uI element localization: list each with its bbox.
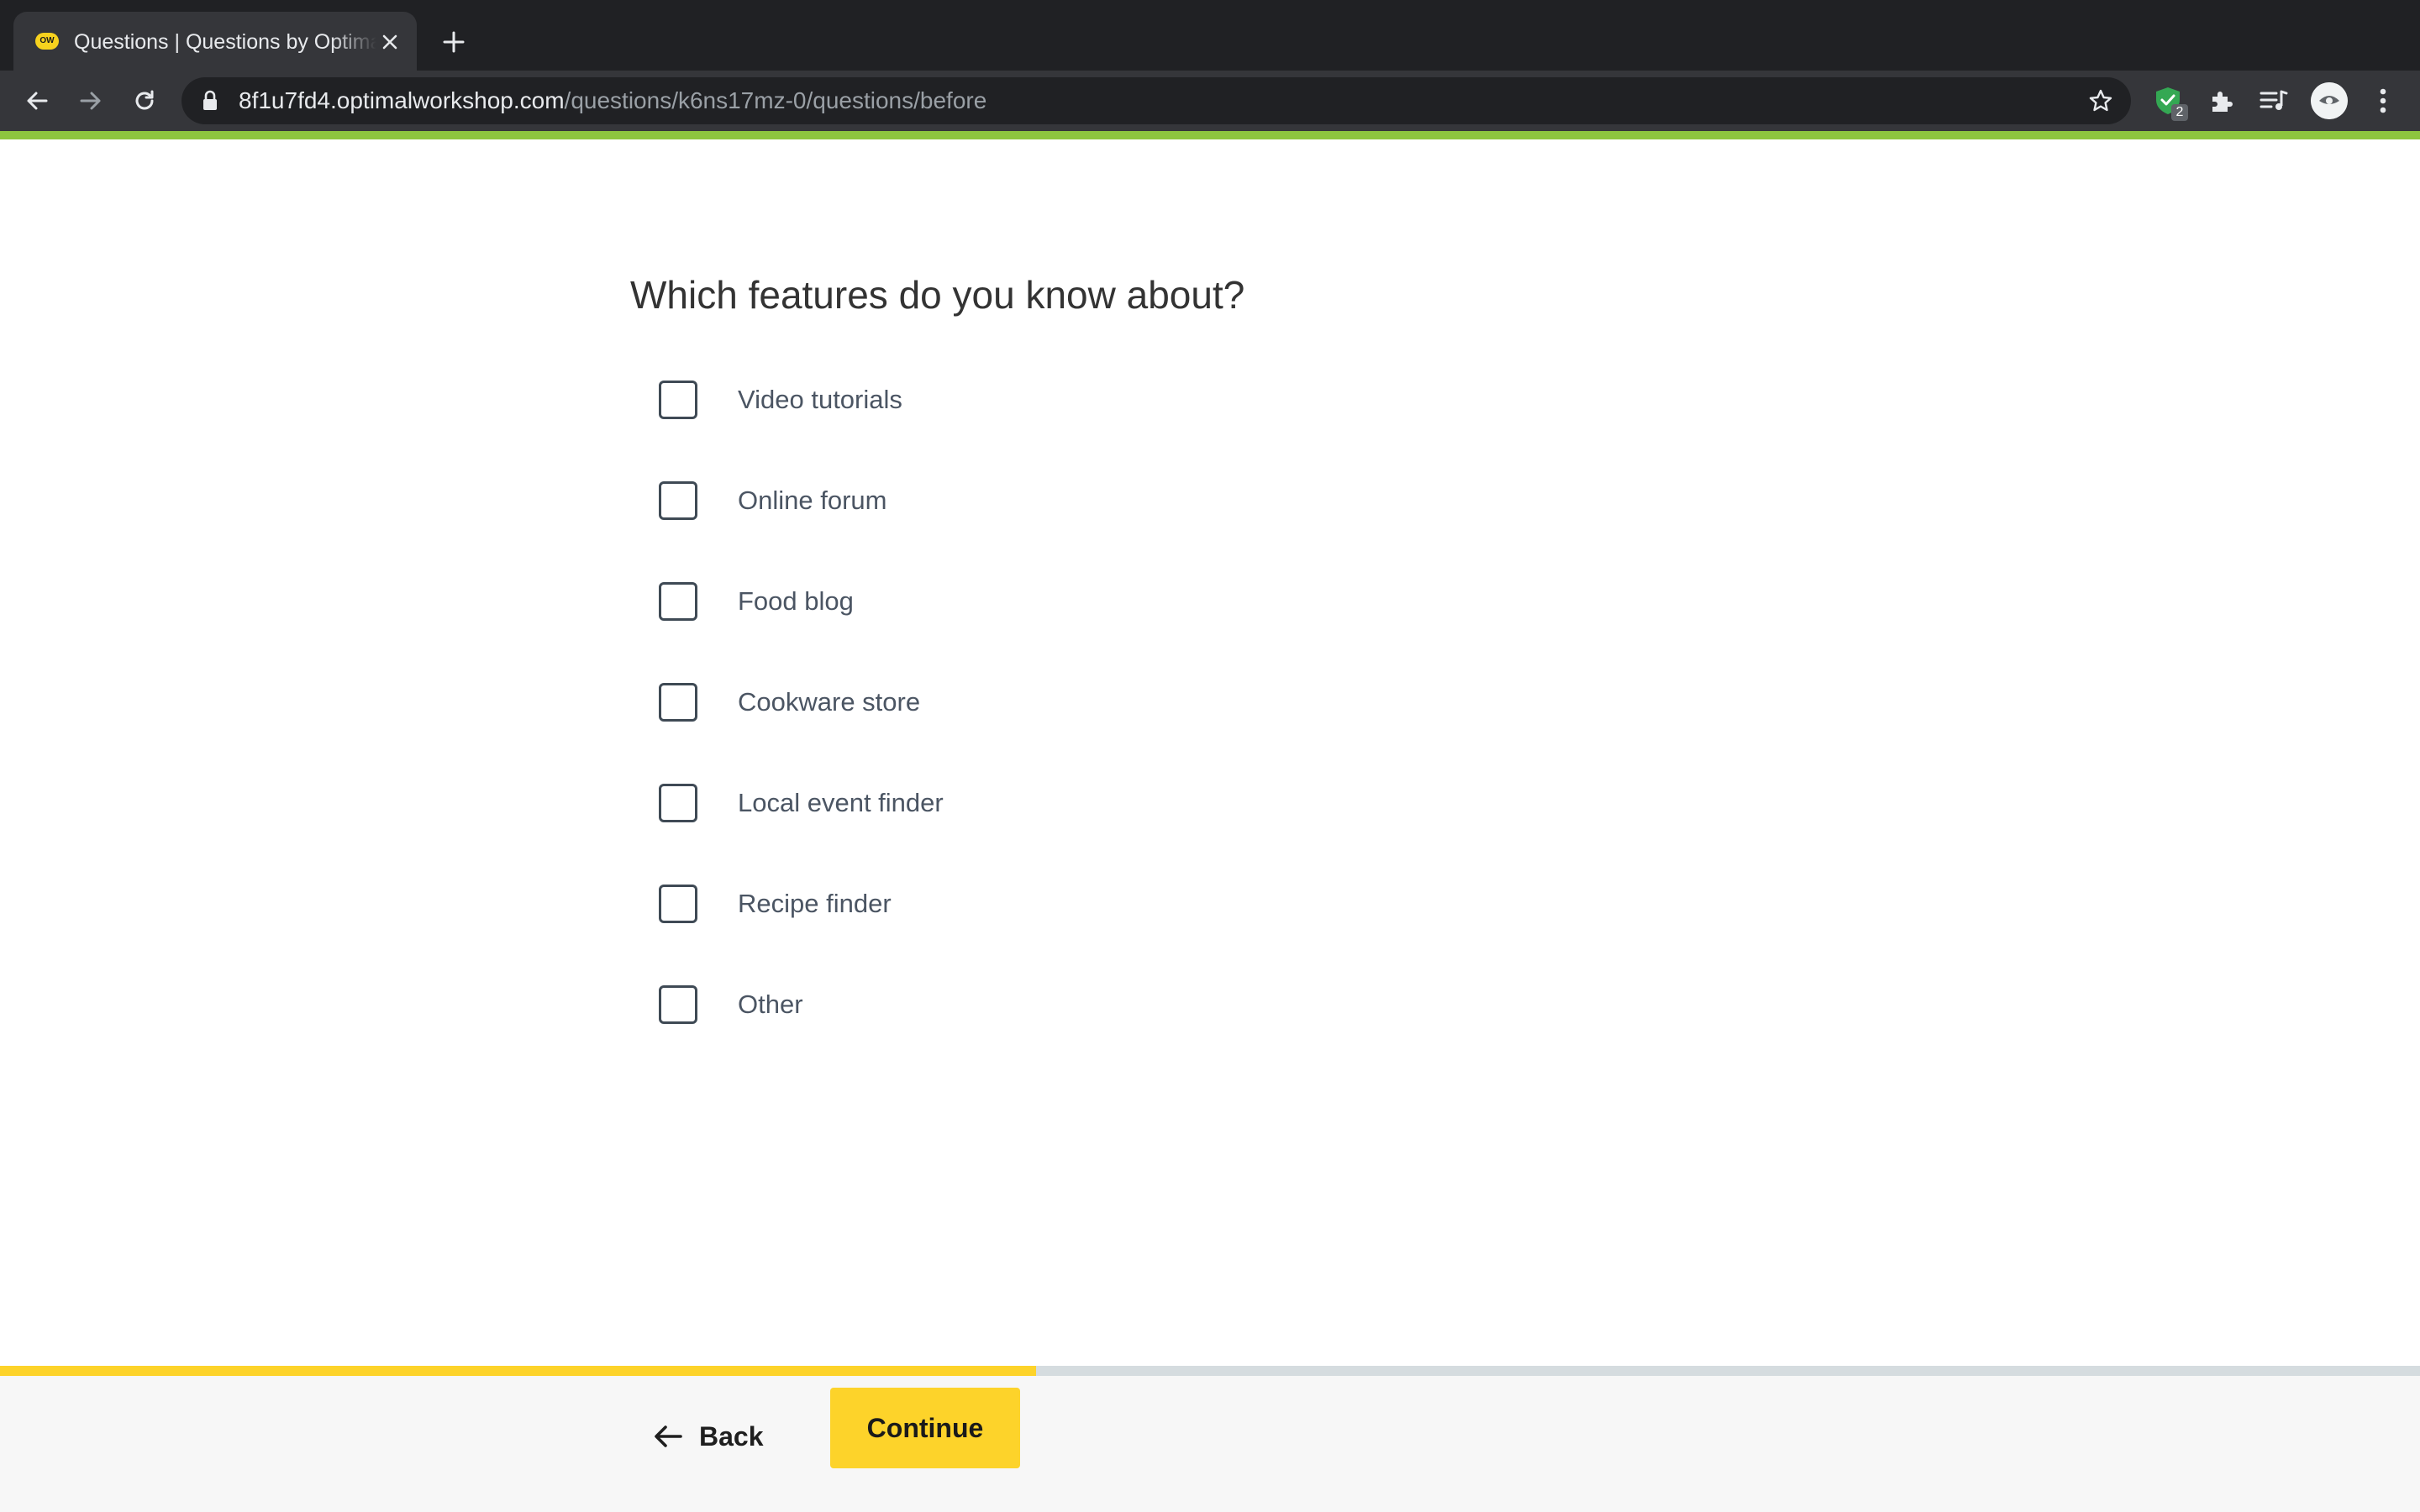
option-label: Cookware store <box>738 687 921 717</box>
tab-title: Questions | Questions by Optimal Worksho… <box>74 30 376 54</box>
option-food-blog[interactable]: Food blog <box>659 578 1247 625</box>
footer-nav: Back Continue <box>0 1376 2420 1512</box>
back-button-label: Back <box>699 1420 764 1452</box>
url-text: 8f1u7fd4.optimalworkshop.com/questions/k… <box>239 77 986 124</box>
url-path: /questions/k6ns17mz-0/questions/before <box>564 87 987 113</box>
continue-button[interactable]: Continue <box>830 1388 1020 1468</box>
reload-icon[interactable] <box>126 82 163 119</box>
option-label: Video tutorials <box>738 385 902 414</box>
option-cookware-store[interactable]: Cookware store <box>659 679 1247 726</box>
new-tab-icon[interactable] <box>439 27 469 57</box>
lock-icon[interactable] <box>202 90 218 112</box>
option-label: Local event finder <box>738 788 944 817</box>
browser-tab[interactable]: OW Questions | Questions by Optimal Work… <box>13 12 417 71</box>
option-other[interactable]: Other <box>659 981 1247 1028</box>
url-host: 8f1u7fd4.optimalworkshop.com <box>239 87 565 113</box>
checkbox[interactable] <box>659 683 697 722</box>
checkbox[interactable] <box>659 784 697 822</box>
checkbox[interactable] <box>659 481 697 520</box>
extensions-puzzle-icon[interactable] <box>2203 82 2240 119</box>
site-favicon-icon: OW <box>35 33 59 50</box>
checkbox[interactable] <box>659 885 697 923</box>
option-label: Food blog <box>738 586 854 616</box>
address-bar[interactable]: 8f1u7fd4.optimalworkshop.com/questions/k… <box>182 77 2131 124</box>
back-button[interactable]: Back <box>654 1406 788 1467</box>
option-label: Recipe finder <box>738 889 892 918</box>
shield-extension-icon[interactable]: 2 <box>2149 82 2188 121</box>
arrow-left-icon <box>655 1425 682 1447</box>
extension-badge: 2 <box>2171 104 2188 121</box>
option-local-event-finder[interactable]: Local event finder <box>659 780 1247 827</box>
more-menu-icon[interactable] <box>2365 82 2402 119</box>
bookmark-star-icon[interactable] <box>2086 86 2116 116</box>
question-title: Which features do you know about? <box>630 273 1245 317</box>
media-queue-icon[interactable] <box>2255 82 2292 119</box>
browser-toolbar: 8f1u7fd4.optimalworkshop.com/questions/k… <box>0 71 2420 131</box>
option-label: Online forum <box>738 486 887 515</box>
browser-tab-strip: OW Questions | Questions by Optimal Work… <box>0 0 2420 71</box>
option-online-forum[interactable]: Online forum <box>659 477 1247 524</box>
progress-bar <box>0 1366 2420 1376</box>
option-recipe-finder[interactable]: Recipe finder <box>659 880 1247 927</box>
brand-accent-line <box>0 131 2420 139</box>
option-video-tutorials[interactable]: Video tutorials <box>659 376 1247 423</box>
progress-bar-fill <box>0 1366 1036 1376</box>
checkbox[interactable] <box>659 381 697 419</box>
option-label: Other <box>738 990 803 1019</box>
forward-arrow-icon[interactable] <box>72 82 109 119</box>
profile-avatar[interactable] <box>2311 82 2348 119</box>
back-arrow-icon[interactable] <box>18 82 55 119</box>
checkbox[interactable] <box>659 582 697 621</box>
close-tab-icon[interactable] <box>376 29 403 55</box>
checkbox[interactable] <box>659 985 697 1024</box>
